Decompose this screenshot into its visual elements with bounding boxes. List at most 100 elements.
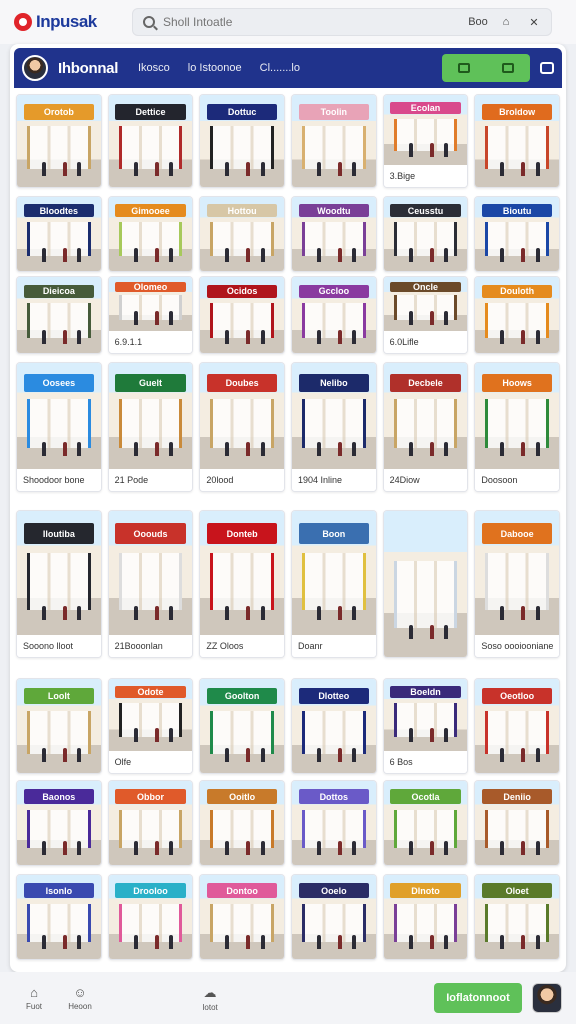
store-card[interactable]: Goolton <box>199 678 285 774</box>
store-window <box>485 553 549 611</box>
shopper-figure <box>246 934 251 949</box>
store-sign: Dottos <box>298 789 369 804</box>
store-card[interactable]: Gccloo <box>290 276 377 354</box>
store-card[interactable]: Odote Olfe <box>107 678 194 774</box>
store-sign: Loolt <box>23 688 94 705</box>
store-thumbnail <box>383 511 468 657</box>
store-thumbnail: Dottuc <box>200 95 284 187</box>
chat-icon[interactable] <box>540 62 554 74</box>
store-card[interactable]: Obbor <box>107 780 194 866</box>
store-thumbnail: Nelibo <box>291 363 376 469</box>
store-card[interactable]: Hottou <box>199 196 285 272</box>
app-logo[interactable]: Inpusak <box>14 12 132 32</box>
bottom-nav-home[interactable]: ⌂ Fuot <box>14 985 54 1011</box>
store-sign: Doubes <box>207 373 278 392</box>
store-card[interactable]: Gimooee <box>107 196 194 272</box>
bag-icon[interactable] <box>502 63 514 73</box>
bottom-nav-profile[interactable]: ☺ Heoon <box>60 985 100 1011</box>
store-card[interactable]: Deniio <box>474 780 560 866</box>
store-card[interactable]: Ecolan 3.Bige <box>382 94 469 188</box>
camera-icon[interactable] <box>458 63 470 73</box>
store-sign: Hoows <box>482 373 553 392</box>
store-card[interactable]: Toolin <box>290 94 377 188</box>
store-window <box>393 560 458 628</box>
store-card[interactable]: Isonlo <box>16 874 102 960</box>
shopper-figure <box>42 934 47 949</box>
store-card[interactable]: Dontoo <box>199 874 285 960</box>
avatar[interactable] <box>22 55 48 81</box>
store-card[interactable]: Dieicoa <box>16 276 102 354</box>
store-card[interactable]: Bloodtes <box>16 196 102 272</box>
shopper-figure <box>133 161 138 176</box>
shopper-figure <box>408 934 413 949</box>
store-card[interactable]: Loolt <box>16 678 102 774</box>
home-icon[interactable]: ⌂ <box>499 15 513 29</box>
shopper-figure <box>500 248 505 263</box>
card-caption: Doosoon <box>475 469 559 491</box>
store-thumbnail: Bioutu <box>475 197 559 271</box>
store-card[interactable]: Dabooe Soso oooiooniane <box>474 510 560 658</box>
store-card[interactable]: Oloet <box>474 874 560 960</box>
store-thumbnail: Guelt <box>108 363 193 469</box>
store-card[interactable]: Dottos <box>290 780 377 866</box>
store-card[interactable]: Boon Doanr <box>290 510 377 658</box>
card-caption: Shoodoor bone <box>17 469 101 491</box>
shopper-figure <box>63 248 67 263</box>
store-card[interactable]: Dettice <box>107 94 194 188</box>
cta-button[interactable]: Ioflatonnoot <box>434 983 522 1013</box>
store-card[interactable]: Donteb ZZ Oloos <box>199 510 285 658</box>
store-card[interactable]: Olomeo 6.9.1.1 <box>107 276 194 354</box>
store-card[interactable]: Oosees Shoodoor bone <box>16 362 102 492</box>
nav-link-2[interactable]: lo Istoonoe <box>188 62 242 74</box>
bottom-nav-cloud[interactable]: ☁ Iotot <box>190 985 230 1012</box>
store-card[interactable]: Baonos <box>16 780 102 866</box>
shopper-figure <box>408 625 413 640</box>
store-card[interactable]: Dlnoto <box>382 874 469 960</box>
card-caption: ZZ Oloos <box>200 635 284 657</box>
store-thumbnail: Dontoo <box>200 875 284 959</box>
store-card[interactable]: Nelibo 1904 Inline <box>290 362 377 492</box>
store-card[interactable] <box>382 510 469 658</box>
nav-link-1[interactable]: Ikosco <box>138 62 170 74</box>
store-card[interactable]: Dlotteo <box>290 678 377 774</box>
store-card[interactable]: Broldow <box>474 94 560 188</box>
action-pill[interactable] <box>442 54 530 82</box>
store-card[interactable]: Dottuc <box>199 94 285 188</box>
store-card[interactable]: Bioutu <box>474 196 560 272</box>
shopper-figure <box>168 606 173 621</box>
search-box[interactable]: Boo ⌂ ✕ <box>132 8 552 36</box>
grid-row: Dieicoa Olomeo 6.9.1.1 Ocidos Gccloo Oncle 6.0… <box>16 276 560 354</box>
shopper-figure <box>338 606 342 621</box>
shopper-figure <box>443 248 448 263</box>
store-window <box>27 126 91 169</box>
store-card[interactable]: Ocotla <box>382 780 469 866</box>
filter-icon[interactable]: Boo <box>468 15 488 29</box>
store-card[interactable]: Doubes 20lood <box>199 362 285 492</box>
store-card[interactable]: Ocidos <box>199 276 285 354</box>
card-caption: 20lood <box>200 469 284 491</box>
store-card[interactable]: Ceusstu <box>382 196 469 272</box>
store-card[interactable]: Douloth <box>474 276 560 354</box>
store-card[interactable]: Oeotloo <box>474 678 560 774</box>
store-card[interactable]: Oncle 6.0Lifle <box>382 276 469 354</box>
store-card[interactable]: Drooloo <box>107 874 194 960</box>
store-card[interactable]: Iloutiba Sooono lloot <box>16 510 102 658</box>
store-card[interactable]: Ooouds 21Booonlan <box>107 510 194 658</box>
shopper-figure <box>429 934 434 949</box>
store-card[interactable]: Hoows Doosoon <box>474 362 560 492</box>
store-card[interactable]: Ooelo <box>290 874 377 960</box>
store-card[interactable]: Decbele 24Diow <box>382 362 469 492</box>
shopper-figure <box>225 606 230 621</box>
store-window <box>27 710 91 755</box>
shopper-figure <box>535 329 540 344</box>
store-card[interactable]: Boeldn 6 Bos <box>382 678 469 774</box>
close-icon[interactable]: ✕ <box>527 15 541 29</box>
shopper-figure <box>443 310 448 325</box>
search-input[interactable] <box>163 15 463 29</box>
store-card[interactable]: Ooitlo <box>199 780 285 866</box>
user-avatar[interactable] <box>532 983 562 1013</box>
store-card[interactable]: Guelt 21 Pode <box>107 362 194 492</box>
nav-link-3[interactable]: Cl.......lo <box>260 62 300 74</box>
store-card[interactable]: Woodtu <box>290 196 377 272</box>
store-card[interactable]: Orotob <box>16 94 102 188</box>
